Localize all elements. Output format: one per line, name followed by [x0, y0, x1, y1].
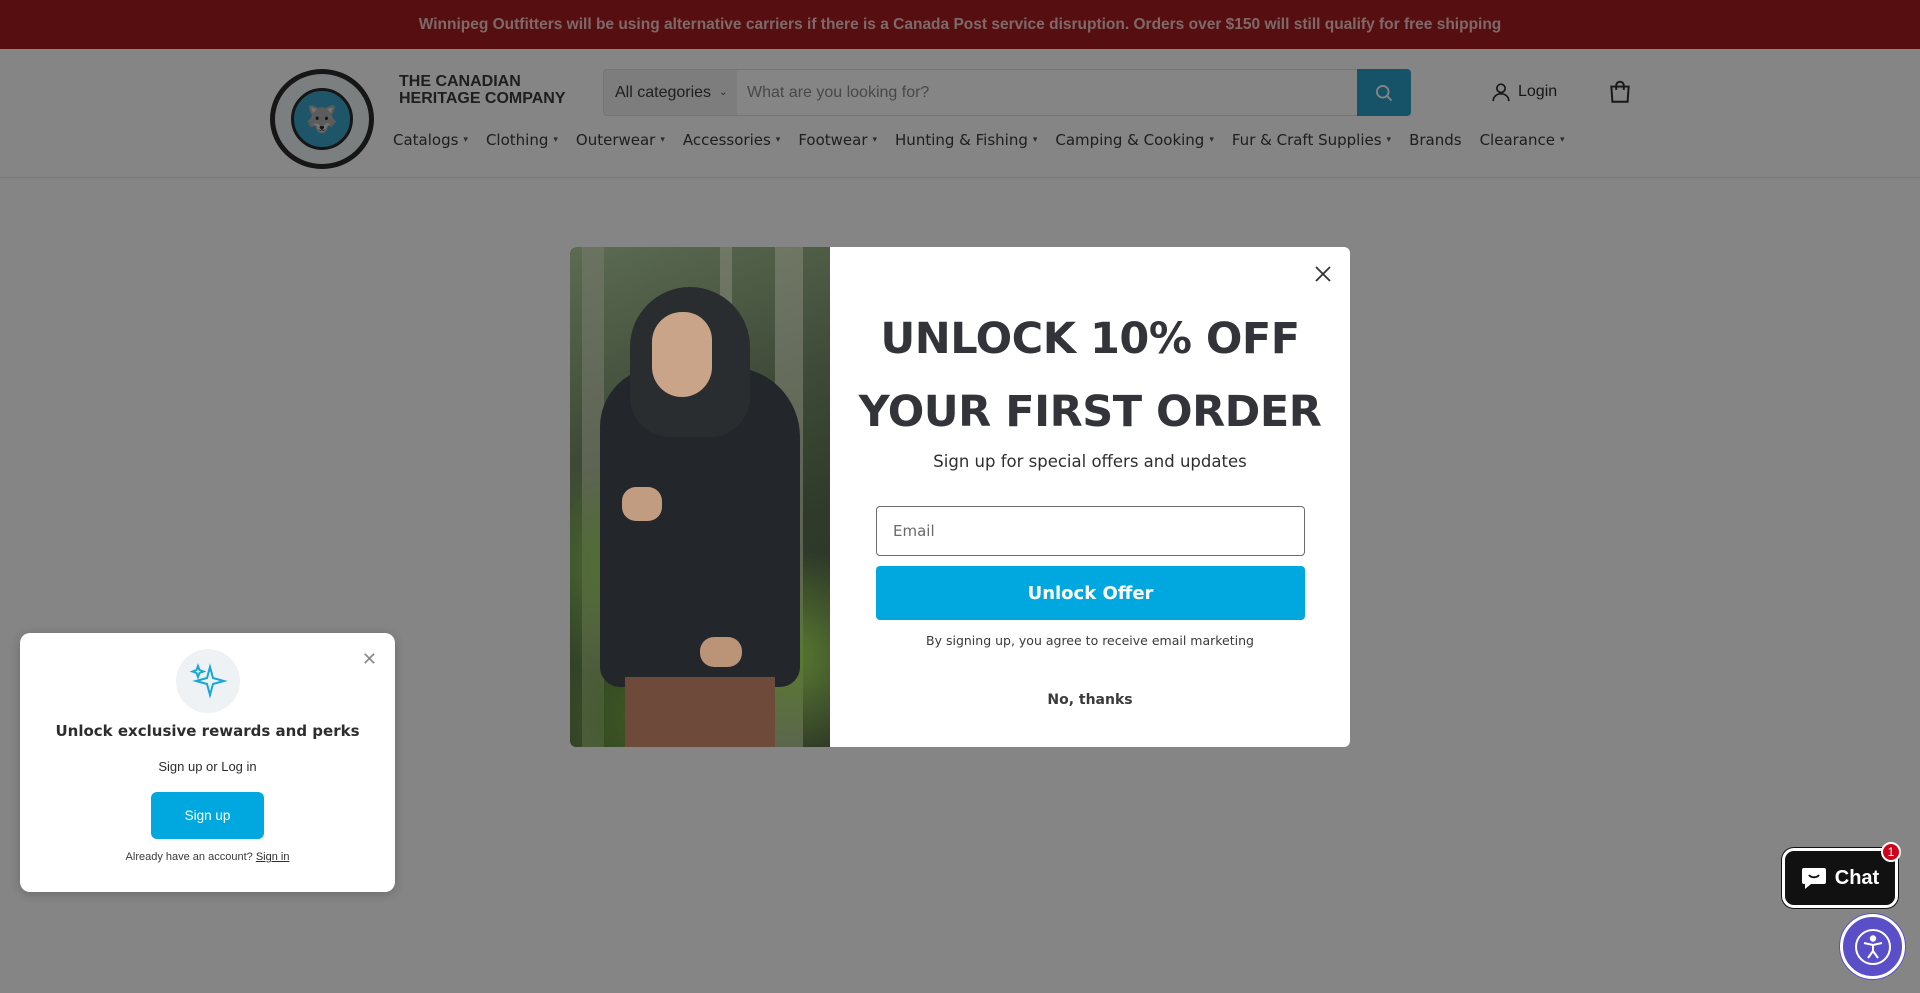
popup-headline-line-1: UNLOCK 10% OFF — [880, 314, 1300, 364]
chat-bubble-icon — [1801, 868, 1826, 889]
no-thanks-button[interactable]: No, thanks — [830, 692, 1350, 708]
email-field[interactable] — [876, 506, 1305, 556]
accessibility-icon — [1854, 928, 1891, 965]
rewards-signin-link[interactable]: Sign in — [256, 851, 290, 863]
popup-hero-image — [570, 247, 830, 747]
marketing-consent-text: By signing up, you agree to receive emai… — [926, 633, 1254, 648]
popup-headline: UNLOCK 10% OFF YOUR FIRST ORDER — [830, 303, 1350, 449]
close-icon — [1315, 266, 1331, 282]
rewards-widget: ✕ Unlock exclusive rewards and perks Sig… — [20, 633, 395, 892]
unlock-offer-button[interactable]: Unlock Offer — [876, 566, 1305, 620]
rewards-close-button[interactable]: ✕ — [362, 649, 377, 670]
chat-button[interactable]: Chat 1 — [1782, 842, 1901, 908]
signup-popup: UNLOCK 10% OFF YOUR FIRST ORDER Sign up … — [570, 247, 1350, 747]
close-icon: ✕ — [361, 649, 377, 669]
popup-close-button[interactable] — [1310, 261, 1336, 287]
rewards-signin-line: Already have an account? Sign in — [20, 851, 395, 863]
popup-form-panel: UNLOCK 10% OFF YOUR FIRST ORDER Sign up … — [830, 247, 1350, 747]
chat-label: Chat — [1834, 866, 1880, 889]
rewards-prompt: Sign up or Log in — [158, 759, 257, 774]
chat-unread-badge: 1 — [1881, 842, 1901, 862]
already-account-text: Already have an account? — [125, 851, 253, 863]
rewards-signup-button[interactable]: Sign up — [151, 792, 264, 839]
popup-headline-line-2: YOUR FIRST ORDER — [858, 387, 1322, 437]
sparkles-icon — [176, 649, 240, 713]
rewards-title: Unlock exclusive rewards and perks — [55, 722, 360, 740]
popup-subtitle: Sign up for special offers and updates — [933, 452, 1247, 471]
accessibility-button[interactable] — [1840, 914, 1905, 979]
